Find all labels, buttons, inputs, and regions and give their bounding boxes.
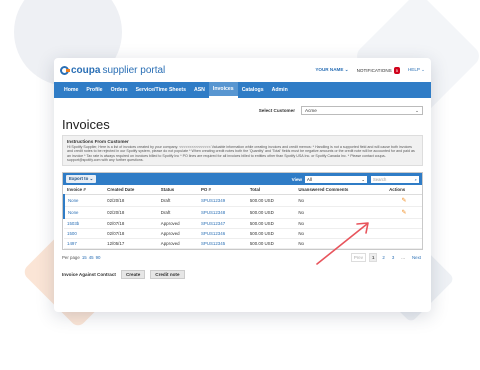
nav-orders[interactable]: Orders xyxy=(107,82,132,98)
chevron-down-icon: ⌄ xyxy=(421,67,425,72)
per-page-label: Per page xyxy=(62,255,80,261)
col-po: PO # xyxy=(197,185,247,196)
table-header-row: Invoice # Created Date Status PO # Total… xyxy=(64,185,422,196)
view-select[interactable]: All ⌄ xyxy=(305,175,367,183)
status: Approved xyxy=(157,228,198,240)
edit-pencil-icon[interactable]: ✎ xyxy=(386,206,422,220)
customer-select-label: Select Customer xyxy=(258,108,295,113)
brand-name: coupa xyxy=(71,64,101,76)
status: Draft xyxy=(157,206,198,220)
invoice-link[interactable]: 1503b xyxy=(64,218,105,230)
user-name: YOUR NAME xyxy=(315,67,344,72)
notifications-button[interactable]: NOTIFICATIONS 5 xyxy=(356,66,400,74)
status: Draft xyxy=(157,194,198,208)
invoice-link[interactable]: 1497 xyxy=(64,238,105,250)
search-placeholder: Search xyxy=(373,176,387,182)
instructions-text: Hi Spotify Supplier, Here is a list of i… xyxy=(67,145,415,162)
po-link[interactable]: SPUS12346 xyxy=(197,228,247,240)
total: 500.00 USD xyxy=(246,218,296,230)
page-3[interactable]: 3 xyxy=(390,254,396,261)
export-label: Export to xyxy=(69,176,89,182)
col-status: Status xyxy=(157,185,198,196)
search-icon: ⌕ xyxy=(414,176,417,182)
invoice-against-contract-label: Invoice Against Contract xyxy=(62,272,116,278)
total: 500.00 USD xyxy=(246,228,296,240)
annotation-arrow-icon xyxy=(316,222,369,265)
actions-cell xyxy=(386,218,422,230)
next-page-button[interactable]: Next xyxy=(410,254,423,261)
col-actions: Actions xyxy=(386,185,422,196)
table-row: None 02/20/18 Draft SPUS12349 500.00 USD… xyxy=(62,194,422,208)
nav-asn[interactable]: ASN xyxy=(190,82,209,98)
customer-select[interactable]: Acme ⌄ xyxy=(301,106,423,115)
help-menu[interactable]: HELP ⌄ xyxy=(408,67,425,73)
created-date: 02/07/18 xyxy=(104,228,158,240)
po-link[interactable]: SPUS12348 xyxy=(197,206,247,220)
per-page-option-90[interactable]: 90 xyxy=(96,255,101,260)
notifications-badge: 5 xyxy=(393,66,400,74)
view-select-value: All xyxy=(307,176,312,182)
page-ellipsis: ... xyxy=(401,255,405,261)
per-page-option-15[interactable]: 15 xyxy=(82,255,87,260)
col-total: Total xyxy=(246,185,296,196)
top-bar: coupa supplier portal YOUR NAME ⌄ NOTIFI… xyxy=(54,58,431,82)
logo[interactable]: coupa supplier portal xyxy=(60,65,165,76)
nav-admin[interactable]: Admin xyxy=(268,82,292,98)
unanswered-comments: No xyxy=(295,206,387,220)
user-menu[interactable]: YOUR NAME ⌄ xyxy=(315,67,348,73)
search-input[interactable]: Search ⌕ xyxy=(371,175,419,183)
actions-cell xyxy=(386,238,422,250)
main-nav: Home Profile Orders Service/Time Sheets … xyxy=(54,82,431,98)
help-label: HELP xyxy=(407,67,420,72)
customer-select-row: Select Customer Acme ⌄ xyxy=(54,98,431,115)
app-window: coupa supplier portal YOUR NAME ⌄ NOTIFI… xyxy=(54,58,431,312)
view-label: View xyxy=(291,176,302,182)
actions-cell xyxy=(386,228,422,240)
created-date: 12/05/17 xyxy=(104,238,158,250)
brand-subtitle: supplier portal xyxy=(102,64,166,76)
po-link[interactable]: SPUS12345 xyxy=(197,238,247,250)
nav-catalogs[interactable]: Catalogs xyxy=(238,82,268,98)
chevron-down-icon: ⌄ xyxy=(344,67,349,72)
nav-service-time-sheets[interactable]: Service/Time Sheets xyxy=(132,82,190,98)
nav-home[interactable]: Home xyxy=(60,82,82,98)
notifications-label: NOTIFICATIONS xyxy=(356,67,392,73)
created-date: 02/07/18 xyxy=(104,218,158,230)
per-page-option-45[interactable]: 45 xyxy=(89,255,94,260)
instructions-box: Instructions From Customer Hi Spotify Su… xyxy=(62,135,423,167)
created-date: 02/20/18 xyxy=(104,194,158,208)
col-invoice: Invoice # xyxy=(64,185,105,196)
page-title: Invoices xyxy=(62,117,110,132)
status: Approved xyxy=(157,218,198,230)
po-link[interactable]: SPUS12347 xyxy=(197,218,247,230)
export-button[interactable]: Export to ⌄ xyxy=(66,175,97,184)
col-created-date: Created Date xyxy=(104,185,158,196)
instructions-title: Instructions From Customer xyxy=(67,139,129,144)
coupa-logo-icon xyxy=(60,65,70,75)
invoice-link[interactable]: None xyxy=(62,206,105,220)
nav-invoices[interactable]: Invoices xyxy=(208,82,238,98)
total: 500.00 USD xyxy=(246,206,296,220)
total: 500.00 USD xyxy=(246,238,296,250)
table-toolbar: Export to ⌄ View All ⌄ Search ⌕ xyxy=(63,173,422,186)
invoice-link[interactable]: 1500 xyxy=(64,228,105,240)
col-unanswered-comments: Unanswered Comments xyxy=(295,185,387,196)
create-button[interactable]: Create xyxy=(120,270,146,280)
invoice-link[interactable]: None xyxy=(62,194,105,208)
table-row: None 02/20/18 Draft SPUS12348 500.00 USD… xyxy=(62,206,422,220)
credit-note-button[interactable]: Credit note xyxy=(150,270,185,280)
po-link[interactable]: SPUS12349 xyxy=(197,194,247,208)
status: Approved xyxy=(157,238,198,250)
edit-pencil-icon[interactable]: ✎ xyxy=(386,194,422,208)
created-date: 02/20/18 xyxy=(104,206,158,220)
nav-profile[interactable]: Profile xyxy=(82,82,106,98)
customer-select-value: Acme xyxy=(305,108,317,113)
chevron-down-icon: ⌄ xyxy=(89,176,94,182)
chevron-down-icon: ⌄ xyxy=(361,176,365,182)
page-2[interactable]: 2 xyxy=(380,254,386,261)
chevron-down-icon: ⌄ xyxy=(415,107,419,113)
total: 500.00 USD xyxy=(246,194,296,208)
unanswered-comments: No xyxy=(295,194,387,208)
